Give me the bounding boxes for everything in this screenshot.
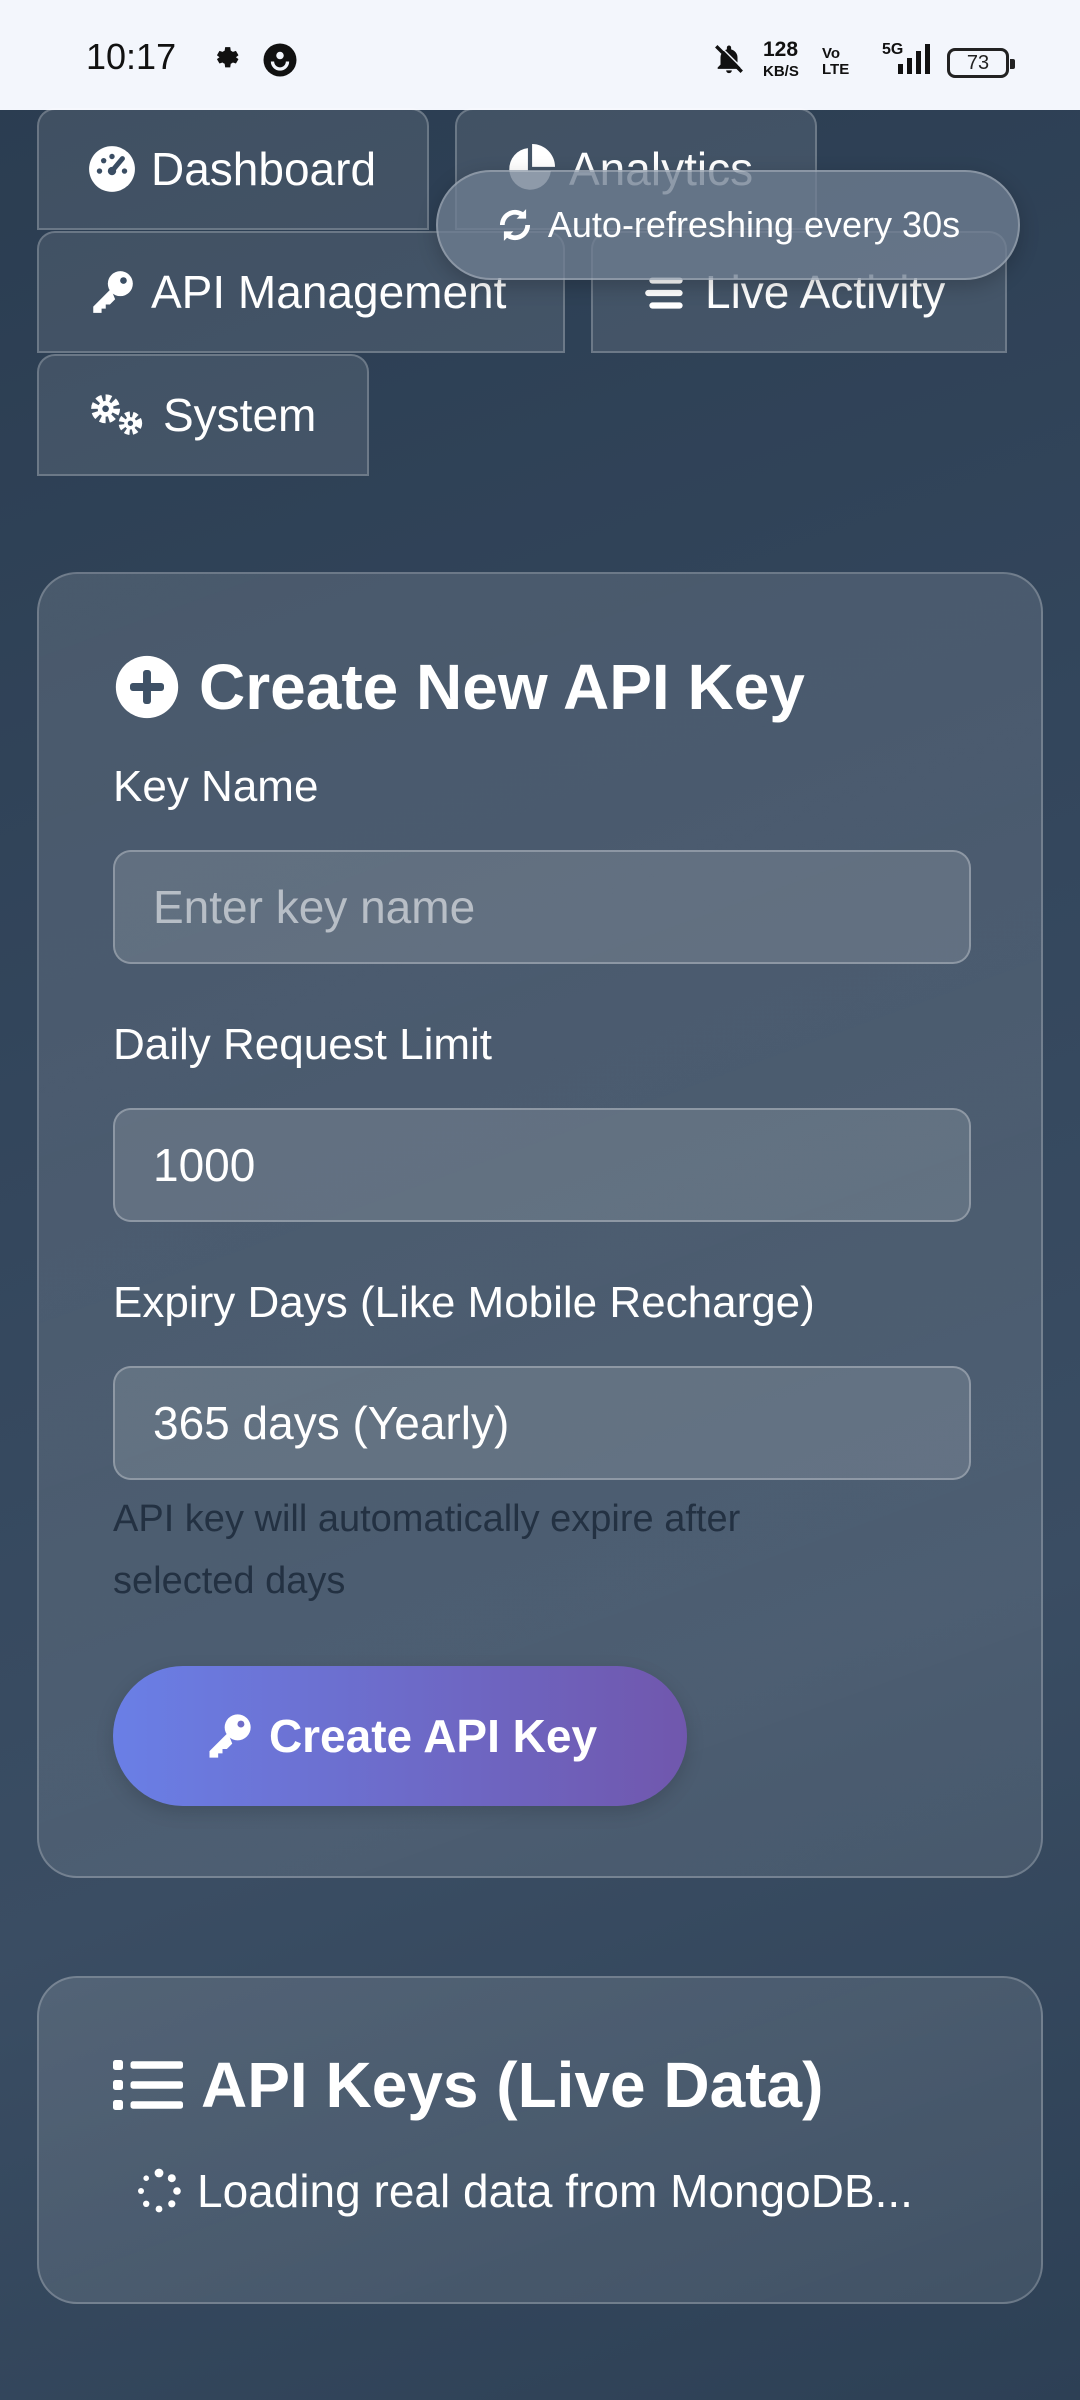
auto-refresh-notice: Auto-refreshing every 30s xyxy=(436,170,1020,280)
expiry-days-select[interactable]: 365 days (Yearly) xyxy=(113,1366,971,1480)
key-name-input[interactable] xyxy=(113,850,971,964)
tab-system[interactable]: System xyxy=(37,354,369,476)
tachometer-icon xyxy=(89,146,135,192)
status-time: 10:17 xyxy=(86,36,177,77)
battery-indicator: 73 xyxy=(947,48,1015,78)
network-speed-unit: KB/S xyxy=(763,63,799,80)
volte-label-bottom: LTE xyxy=(822,61,850,78)
loading-text: Loading real data from MongoDB... xyxy=(197,2165,913,2217)
daily-limit-label: Daily Request Limit xyxy=(113,1020,493,1069)
key-name-label: Key Name xyxy=(113,762,319,811)
plus-circle-icon xyxy=(115,655,179,719)
sync-icon xyxy=(499,209,530,241)
create-key-title-text: Create New API Key xyxy=(199,651,805,723)
tab-dashboard-label: Dashboard xyxy=(151,143,377,195)
status-bar: 10:17 128 KB/S Vo LTE 5G 73 xyxy=(0,0,1080,110)
network-speed-value: 128 xyxy=(763,38,799,61)
key-icon xyxy=(93,271,133,313)
expiry-days-value: 365 days (Yearly) xyxy=(153,1397,510,1449)
list-icon xyxy=(113,2060,183,2110)
app-notification-icon xyxy=(262,42,298,83)
key-icon xyxy=(209,1714,251,1758)
tab-api-management-label: API Management xyxy=(151,266,507,318)
create-key-title: Create New API Key xyxy=(113,650,805,724)
daily-limit-input[interactable]: 1000 xyxy=(113,1108,971,1222)
api-keys-card: API Keys (Live Data) Loading real data f… xyxy=(37,1976,1043,2304)
create-api-key-button-label: Create API Key xyxy=(268,1710,598,1762)
expiry-days-label: Expiry Days (Like Mobile Recharge) xyxy=(113,1278,815,1327)
spinner-icon xyxy=(138,2168,181,2213)
volte-label-top: Vo xyxy=(822,45,841,62)
signal-icon xyxy=(896,42,932,81)
auto-refresh-text: Auto-refreshing every 30s xyxy=(547,204,961,245)
api-keys-title-text: API Keys (Live Data) xyxy=(201,2049,824,2121)
bell-muted-icon xyxy=(712,42,746,81)
cogs-icon xyxy=(91,394,143,436)
daily-limit-value: 1000 xyxy=(153,1139,256,1191)
settings-notification-icon xyxy=(212,42,244,79)
tab-system-label: System xyxy=(163,389,317,441)
create-api-key-button[interactable]: Create API Key xyxy=(113,1666,687,1806)
create-key-card: Create New API Key Key Name Daily Reques… xyxy=(37,572,1043,1878)
tab-dashboard[interactable]: Dashboard xyxy=(37,108,429,230)
expiry-hint: API key will automatically expire after … xyxy=(113,1498,741,1602)
api-keys-title: API Keys (Live Data) xyxy=(113,2048,823,2122)
loading-indicator: Loading real data from MongoDB... xyxy=(135,2164,913,2218)
